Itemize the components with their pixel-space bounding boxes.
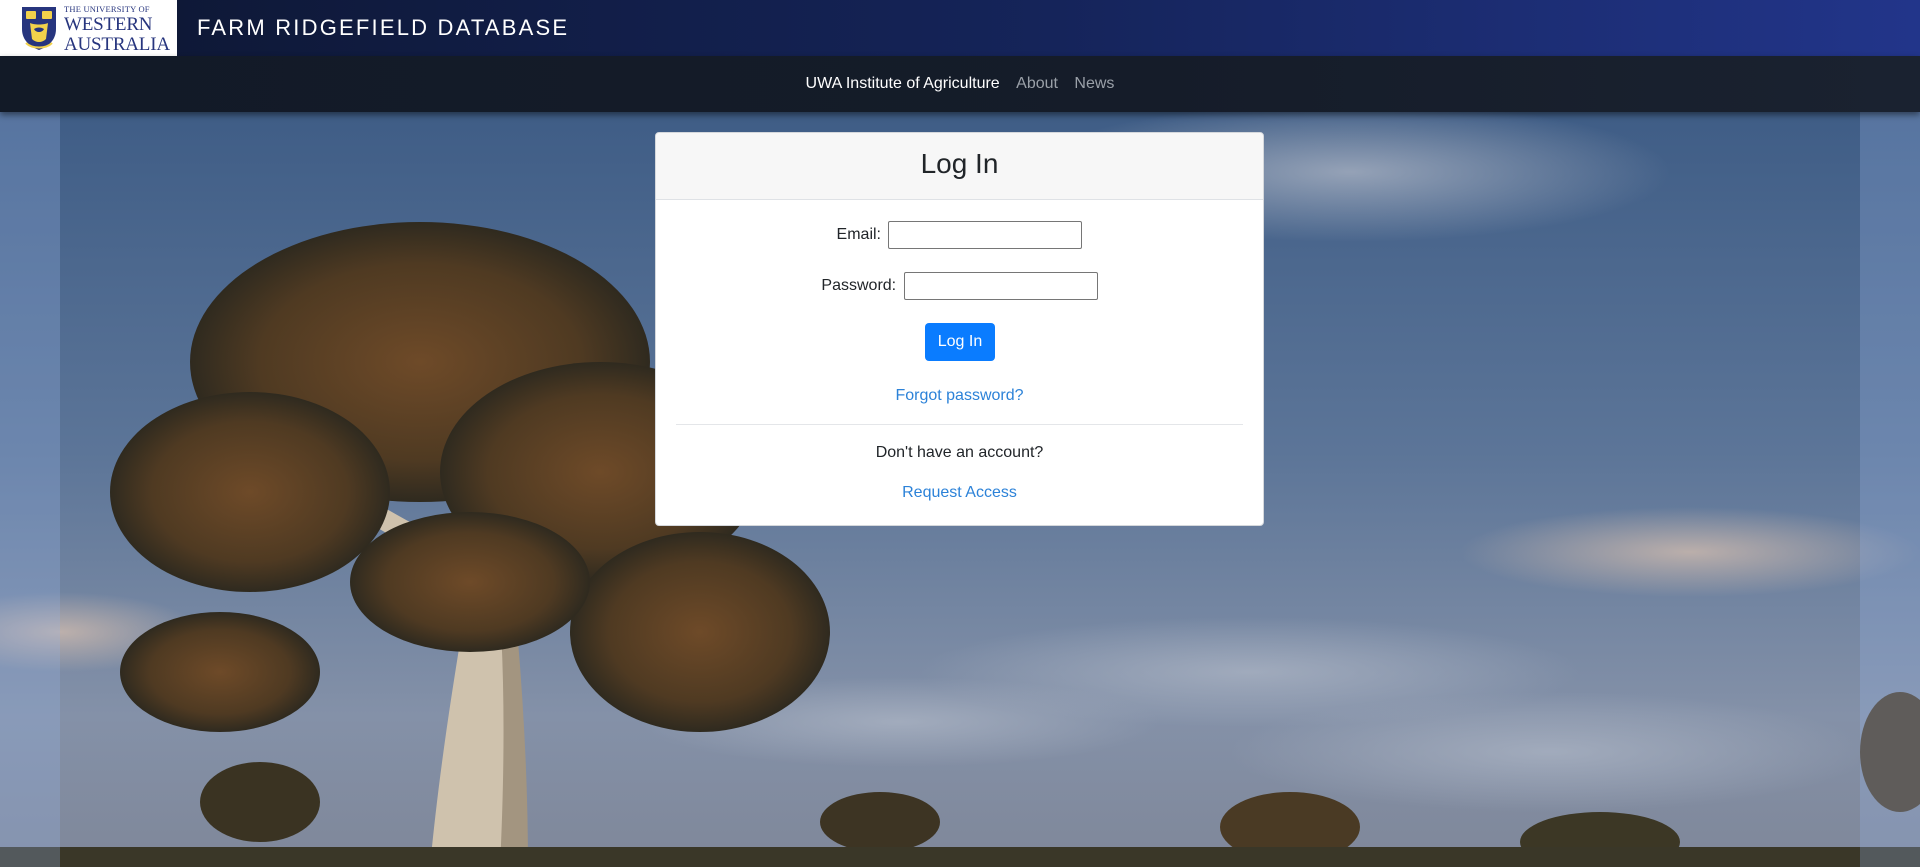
email-label: Email: — [836, 226, 881, 244]
main-navbar: UWA Institute of Agriculture About News — [0, 56, 1920, 112]
email-row: Email: — [656, 221, 1263, 249]
right-bright-margin — [1860, 112, 1920, 867]
password-label: Password: — [821, 277, 897, 295]
nav-about-link[interactable]: About — [1016, 75, 1058, 92]
nav-brand-link[interactable]: UWA Institute of Agriculture — [806, 75, 1000, 92]
forgot-password-link[interactable]: Forgot password? — [895, 387, 1023, 404]
university-logo[interactable]: THE UNIVERSITY OF WESTERN AUSTRALIA — [0, 0, 177, 56]
card-divider — [676, 424, 1243, 425]
login-button[interactable]: Log In — [925, 323, 995, 361]
uwa-crest-icon — [22, 7, 56, 50]
password-input[interactable] — [903, 272, 1098, 300]
site-header: THE UNIVERSITY OF WESTERN AUSTRALIA FARM… — [0, 0, 1920, 56]
site-title: FARM RIDGEFIELD DATABASE — [197, 15, 570, 40]
password-row: Password: — [656, 272, 1263, 300]
login-card-header: Log In — [656, 133, 1263, 200]
login-card: Log In Email: Password: Log In Forgot pa… — [655, 132, 1264, 526]
request-access-link[interactable]: Request Access — [902, 484, 1017, 501]
logo-text-western: WESTERN — [64, 13, 153, 35]
request-access-row: Request Access — [656, 484, 1263, 502]
login-title: Log In — [920, 148, 999, 179]
no-account-text: Don't have an account? — [875, 444, 1044, 461]
email-input[interactable] — [888, 221, 1083, 249]
logo-text-australia: AUSTRALIA — [64, 33, 170, 55]
logo-text-small: THE UNIVERSITY OF — [64, 4, 150, 14]
nav-links: UWA Institute of Agriculture About News — [0, 75, 1920, 93]
logo-wordmark: THE UNIVERSITY OF WESTERN AUSTRALIA — [64, 5, 170, 54]
forgot-password-row: Forgot password? — [656, 387, 1263, 405]
left-bright-margin — [0, 112, 60, 867]
nav-news-link[interactable]: News — [1074, 75, 1114, 92]
